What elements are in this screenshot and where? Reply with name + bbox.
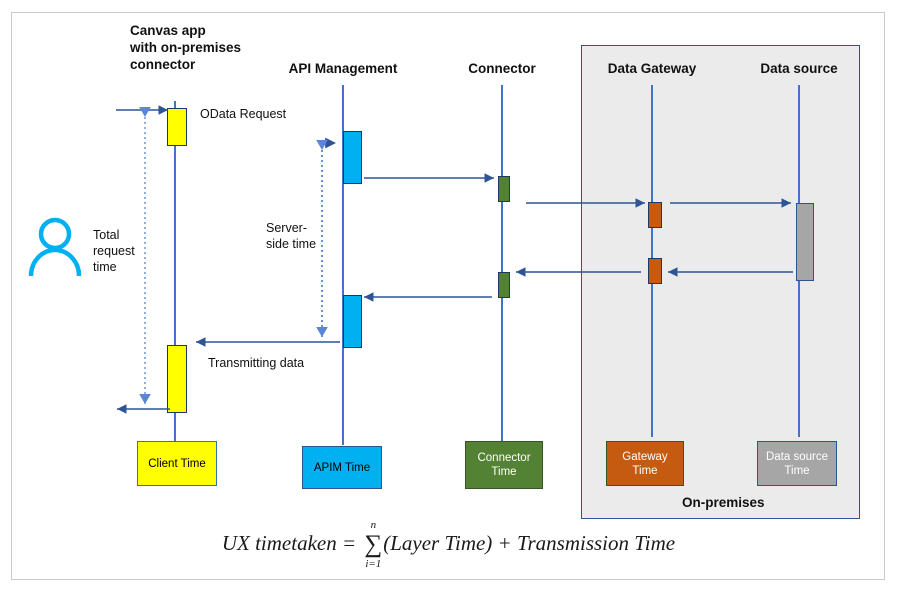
activation-connector-request	[498, 176, 510, 202]
column-title-data-source: Data source	[760, 61, 838, 76]
formula: UX timetaken = ∑ n i=1 (Layer Time) + Trans…	[0, 519, 897, 570]
message-label-transmitting-data: Transmitting data	[208, 356, 305, 370]
legend-connector-time: Connector Time	[465, 441, 543, 489]
formula-lhs: UX timetaken =	[221, 531, 362, 555]
legend-gateway-time: Gateway Time	[606, 441, 684, 486]
user-icon	[26, 216, 84, 283]
column-title-data-gateway: Data Gateway	[607, 61, 697, 76]
message-label-odata-request: OData Request	[200, 107, 287, 121]
column-title-api-management: API Management	[288, 61, 398, 76]
diagram-canvas: Canvas app with on-premises connector AP…	[0, 0, 897, 592]
formula-sum-lower: i=1	[365, 558, 382, 570]
column-title-canvas-app: Canvas app with on-premises connector	[130, 23, 242, 72]
legend-apim-time: APIM Time	[302, 446, 382, 489]
column-title-connector: Connector	[468, 61, 536, 76]
formula-sum-symbol: ∑	[364, 531, 383, 558]
activation-connector-response	[498, 272, 510, 298]
formula-summation: ∑ n i=1	[364, 519, 383, 570]
on-premises-label: On-premises	[682, 495, 765, 510]
activation-client-request	[167, 108, 187, 146]
message-label-server-side-time: Server- side time	[266, 221, 317, 251]
legend-client-time: Client Time	[137, 441, 217, 486]
activation-gateway-request	[648, 202, 662, 228]
activation-data-source	[796, 203, 814, 281]
lifeline-connector	[501, 85, 503, 442]
formula-rhs: (Layer Time) + Transmission Time	[383, 531, 676, 555]
message-label-total-request-time: Total request time	[93, 228, 135, 274]
activation-apim-request	[343, 131, 362, 184]
activation-client-response	[167, 345, 187, 413]
formula-sum-upper: n	[370, 519, 377, 531]
legend-data-source-time: Data source Time	[757, 441, 837, 486]
activation-gateway-response	[648, 258, 662, 284]
activation-apim-response	[343, 295, 362, 348]
